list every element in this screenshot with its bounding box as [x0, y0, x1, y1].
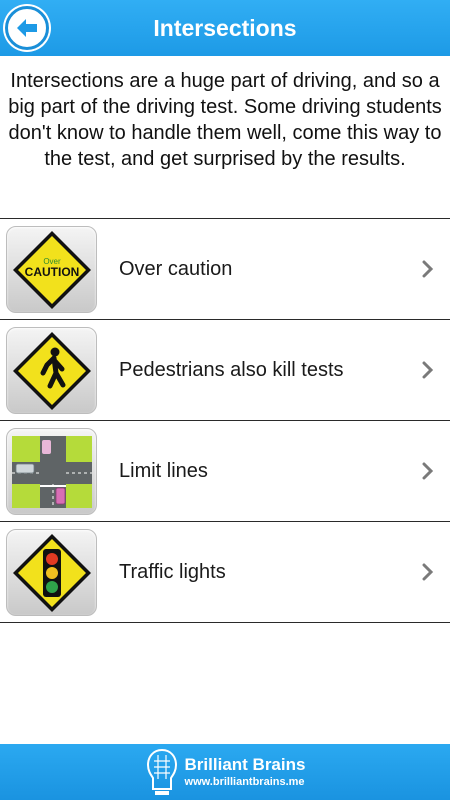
chevron-right-icon	[422, 563, 434, 581]
brand-name: Brilliant Brains	[184, 755, 306, 774]
back-arrow-icon	[17, 19, 37, 37]
traffic-light-sign-icon	[6, 529, 97, 616]
list-item-over-caution[interactable]: Over CAUTION Over caution	[0, 219, 450, 320]
caution-sign-icon: Over CAUTION	[6, 226, 97, 313]
list-item-limit-lines[interactable]: Limit lines	[0, 421, 450, 522]
chevron-right-icon	[422, 260, 434, 278]
back-button[interactable]	[5, 6, 49, 50]
intersection-map-icon	[6, 428, 97, 515]
list-item-label: Traffic lights	[119, 560, 226, 583]
brand-url: www.brilliantbrains.me	[184, 776, 305, 788]
list-item-label: Pedestrians also kill tests	[119, 358, 344, 381]
page-title: Intersections	[153, 14, 297, 41]
list-item-label: Limit lines	[119, 459, 208, 482]
intro-text: Intersections are a huge part of driving…	[8, 70, 442, 170]
list-item-label: Over caution	[119, 257, 233, 280]
brain-head-logo-icon	[146, 748, 177, 795]
header-bar: Intersections	[0, 0, 450, 56]
brand-logo: Brilliant Brains www.brilliantbrains.me	[145, 747, 306, 797]
pedestrian-sign-icon	[6, 327, 97, 414]
footer-banner[interactable]: Brilliant Brains www.brilliantbrains.me	[0, 744, 450, 800]
chevron-right-icon	[422, 462, 434, 480]
list-item-traffic-lights[interactable]: Traffic lights	[0, 522, 450, 623]
topic-list: Over CAUTION Over caution Pedestrians al…	[0, 218, 450, 623]
svg-text:CAUTION: CAUTION	[24, 265, 79, 279]
list-item-pedestrians[interactable]: Pedestrians also kill tests	[0, 320, 450, 421]
chevron-right-icon	[422, 361, 434, 379]
